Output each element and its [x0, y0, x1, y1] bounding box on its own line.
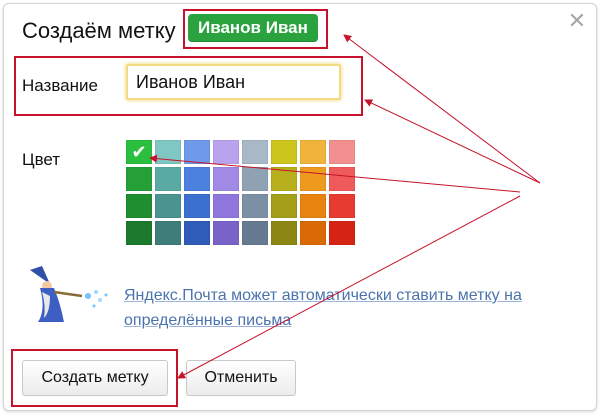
create-label-button[interactable]: Создать метку: [22, 360, 168, 396]
color-swatch[interactable]: [242, 167, 268, 191]
checkmark-icon: ✔: [131, 142, 147, 162]
color-swatch[interactable]: [329, 167, 355, 191]
color-swatch[interactable]: [242, 221, 268, 245]
color-swatch[interactable]: ✔: [126, 140, 152, 164]
wizard-mascot-icon: [30, 266, 108, 322]
color-swatch[interactable]: [329, 194, 355, 218]
color-swatch[interactable]: [126, 167, 152, 191]
color-swatch[interactable]: [213, 140, 239, 164]
color-swatch[interactable]: [213, 221, 239, 245]
color-palette: ✔: [126, 140, 355, 245]
color-swatch[interactable]: [271, 140, 297, 164]
color-swatch[interactable]: [300, 167, 326, 191]
color-swatch[interactable]: [184, 167, 210, 191]
color-swatch[interactable]: [242, 194, 268, 218]
color-swatch[interactable]: [271, 221, 297, 245]
color-swatch[interactable]: [184, 140, 210, 164]
color-swatch[interactable]: [300, 221, 326, 245]
label-preview-chip: Иванов Иван: [188, 14, 318, 42]
color-swatch[interactable]: [155, 167, 181, 191]
color-swatch[interactable]: [329, 140, 355, 164]
color-swatch[interactable]: [184, 194, 210, 218]
name-label: Название: [22, 76, 98, 95]
color-swatch[interactable]: [126, 194, 152, 218]
dialog-title: Создаём метку: [22, 18, 176, 43]
label-name-input[interactable]: [126, 64, 341, 100]
color-swatch[interactable]: [155, 140, 181, 164]
color-swatch[interactable]: [184, 221, 210, 245]
auto-label-link[interactable]: Яндекс.Почта может автоматически ставить…: [124, 283, 564, 333]
color-swatch[interactable]: [271, 167, 297, 191]
color-swatch[interactable]: [300, 140, 326, 164]
color-swatch[interactable]: [329, 221, 355, 245]
color-label: Цвет: [22, 150, 61, 169]
color-swatch[interactable]: [213, 167, 239, 191]
color-swatch[interactable]: [155, 194, 181, 218]
color-swatch[interactable]: [126, 221, 152, 245]
color-swatch[interactable]: [300, 194, 326, 218]
color-swatch[interactable]: [271, 194, 297, 218]
color-swatch[interactable]: [155, 221, 181, 245]
color-swatch[interactable]: [213, 194, 239, 218]
color-swatch[interactable]: [242, 140, 268, 164]
close-icon[interactable]: ✕: [566, 10, 588, 32]
cancel-button[interactable]: Отменить: [186, 360, 296, 396]
